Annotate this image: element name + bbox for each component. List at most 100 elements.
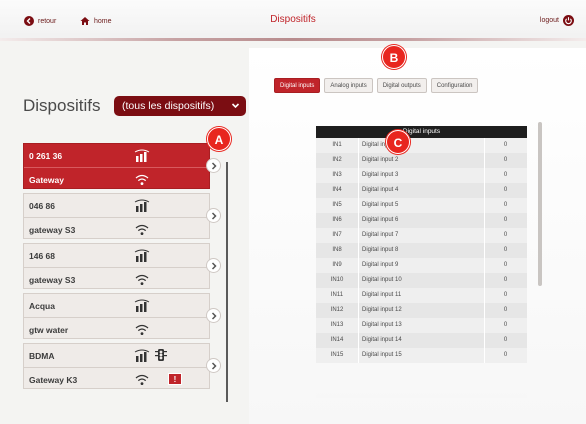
device-id: Acqua [29,301,55,311]
device-name-row: gateway S3 [24,267,211,290]
input-name: Digital input 6 [362,217,399,223]
table-row: IN10 Digital input 10 0 [316,273,527,288]
input-code: IN14 [330,337,344,343]
input-code: IN2 [332,157,342,163]
device-id: 046 86 [29,201,55,211]
input-name: Digital input 15 [362,352,402,358]
device-card[interactable]: 146 68 gateway S3 [23,243,211,290]
input-name: Digital input 4 [362,187,399,193]
device-card[interactable]: 046 86 gateway S3 [23,193,211,239]
device-card[interactable]: 0 261 36 Gateway [23,143,211,190]
device-id-row: 0 261 36 [24,144,211,167]
device-open-button[interactable] [206,308,221,323]
column-divider [358,273,359,288]
chevron-right-icon [211,311,217,320]
device-filter-select[interactable]: (tous les dispositifs) [114,96,246,116]
input-name: Digital input 5 [362,202,399,208]
column-divider [358,318,359,333]
chevron-right-icon [211,261,217,270]
device-card[interactable]: Acqua gtw water [23,293,211,339]
logout-button[interactable]: logout [540,15,574,26]
device-id: 146 68 [29,251,55,261]
wifi-icon [135,224,149,235]
input-name: Digital input 13 [362,322,402,328]
tab-digital-inputs[interactable]: Digital inputs [274,78,321,93]
input-value: 0 [503,172,508,178]
input-value: 0 [503,337,508,343]
wifi-icon [135,174,149,185]
input-name: Digital input 2 [362,157,399,163]
table-scrollbar[interactable] [538,122,542,286]
input-value: 0 [503,322,508,328]
signal-bars-icon [134,299,150,312]
tab-analog-inputs[interactable]: Analog inputs [324,78,373,93]
tab-configuration[interactable]: Configuration [430,78,479,93]
chevron-right-icon [211,161,217,170]
signal-bars-icon [134,149,150,162]
digital-inputs-table: Digital inputs IN1 Digital input 1 0 IN2 Dig… [316,126,527,396]
input-value: 0 [503,202,508,208]
io-tabs: Digital inputs Analog inputs Digital out… [274,78,479,93]
column-divider [358,333,359,348]
callout-c: C [386,130,410,154]
table-fade [316,388,527,398]
input-code: IN9 [332,262,342,268]
device-name: gtw water [29,325,69,335]
device-name-row: Gateway [24,167,211,190]
device-id: BDMA [29,351,55,361]
input-code: IN8 [332,247,342,253]
input-value: 0 [503,232,508,238]
device-open-button[interactable] [206,158,221,173]
input-value: 0 [503,247,508,253]
callout-a: A [207,127,231,151]
tab-digital-outputs[interactable]: Digital outputs [376,78,427,93]
devices-heading: Dispositifs [23,96,101,115]
device-card[interactable]: BDMA Gateway K3 ! [23,343,211,389]
input-code: IN7 [332,232,342,238]
callout-b: B [382,45,406,69]
chevron-down-icon [231,103,240,109]
input-name: Digital input 12 [362,307,402,313]
signal-bars-icon [134,249,150,262]
table-row: IN12 Digital input 12 0 [316,303,527,318]
input-value: 0 [503,142,508,148]
column-divider [358,243,359,258]
wifi-icon [135,374,149,385]
chevron-right-icon [211,361,217,370]
input-name: Digital input 8 [362,247,399,253]
device-id-row: 146 68 [24,244,211,267]
input-code: IN13 [330,322,344,328]
alert-badge: ! [168,373,182,385]
column-divider [358,198,359,213]
input-code: IN6 [332,217,342,223]
table-row: IN1 Digital input 10 [316,138,527,153]
top-bar-divider [0,38,586,41]
device-open-button[interactable] [206,358,221,373]
table-row: IN8 Digital input 8 0 [316,243,527,258]
input-code: IN12 [330,307,344,313]
device-id-row: 046 86 [24,194,211,217]
table-row: IN3 Digital input 3 0 [316,168,527,183]
device-open-button[interactable] [206,208,221,223]
device-open-button[interactable] [206,258,221,273]
column-divider [358,288,359,303]
device-name: gateway S3 [29,225,76,235]
input-name: Digital input 11 [362,292,402,298]
table-row: IN4 Digital input 4 0 [316,183,527,198]
input-name: Digital input 10 [362,277,402,283]
device-list-scrollbar[interactable] [226,162,228,402]
power-icon [563,15,574,26]
device-filter-value: (tous les dispositifs) [122,100,215,112]
input-name: Digital input 14 [362,337,402,343]
device-name: Gateway [29,175,64,185]
input-name: Digital input 7 [362,232,399,238]
device-name: Gateway K3 [29,375,78,385]
signal-bars-icon [134,199,150,212]
column-divider [358,153,359,168]
input-value: 0 [503,262,508,268]
wifi-icon [135,274,149,285]
traffic-light-icon [155,349,167,361]
input-value: 0 [503,277,508,283]
column-divider [358,348,359,363]
column-divider [358,168,359,183]
